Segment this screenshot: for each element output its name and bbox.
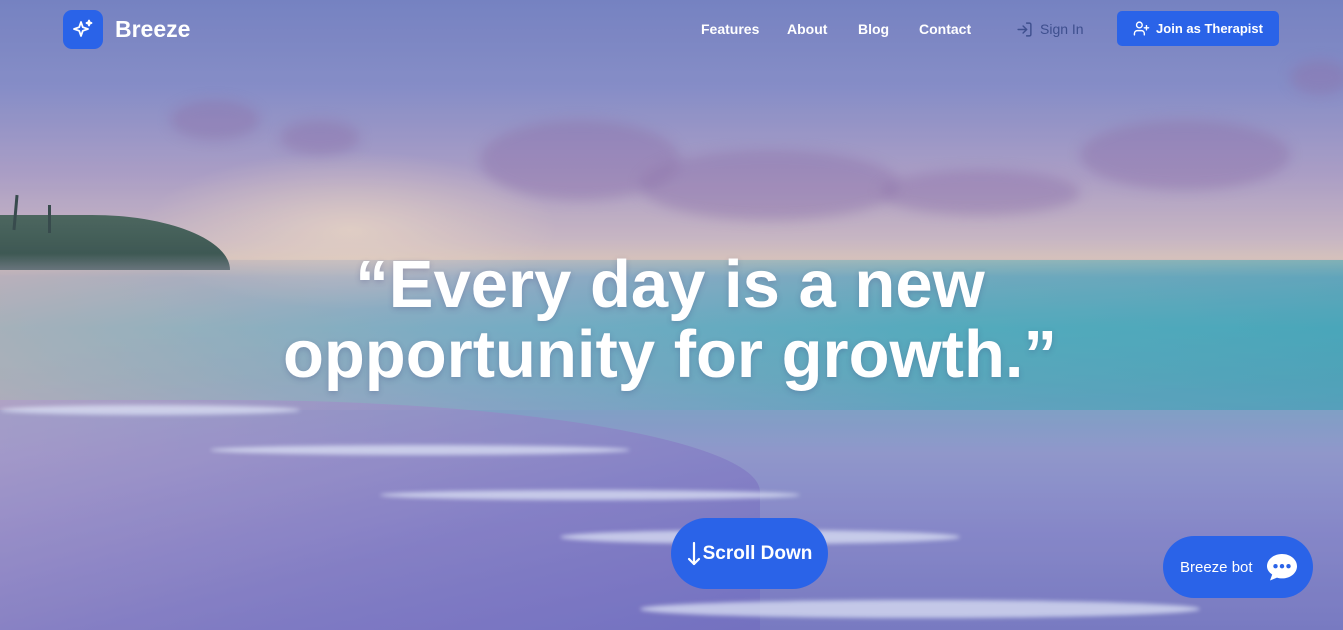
- join-label: Join as Therapist: [1156, 21, 1263, 36]
- logo[interactable]: [63, 10, 103, 49]
- breeze-bot-button[interactable]: Breeze bot: [1163, 536, 1313, 598]
- scroll-down-button[interactable]: Scroll Down: [671, 518, 828, 589]
- hero-quote-line-2: opportunity for growth.”: [282, 317, 1058, 392]
- brand-name[interactable]: Breeze: [115, 16, 190, 43]
- hero-quote: “Every day is a new opportunity for grow…: [180, 250, 1160, 390]
- navbar: Breeze Features About Blog Contact Sign …: [0, 0, 1343, 60]
- sign-in-label: Sign In: [1040, 21, 1084, 37]
- hero-quote-line-1: “Every day is a new: [355, 247, 985, 322]
- login-icon: [1017, 21, 1032, 37]
- sparkles-icon: [73, 19, 93, 37]
- sign-in-button[interactable]: Sign In: [1016, 19, 1084, 39]
- user-plus-icon: [1133, 21, 1150, 36]
- chat-bubble-icon: [1266, 554, 1297, 581]
- arrow-down-icon: [687, 541, 700, 565]
- join-as-therapist-button[interactable]: Join as Therapist: [1117, 11, 1279, 46]
- nav-link-features[interactable]: Features: [701, 21, 759, 37]
- nav-link-about[interactable]: About: [787, 21, 827, 37]
- breeze-bot-label: Breeze bot: [1180, 558, 1253, 576]
- nav-link-contact[interactable]: Contact: [919, 21, 971, 37]
- nav-link-blog[interactable]: Blog: [858, 21, 889, 37]
- scroll-down-label: Scroll Down: [702, 542, 813, 564]
